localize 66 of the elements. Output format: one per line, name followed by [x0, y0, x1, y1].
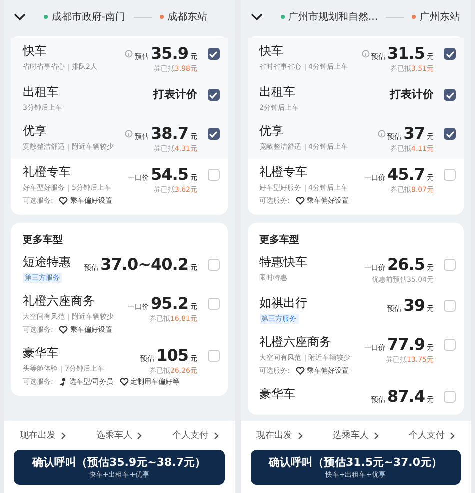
price-amount: 26.5: [388, 255, 425, 274]
price-amount: 45.7: [388, 165, 425, 184]
option-link[interactable]: 个人支付: [172, 429, 218, 442]
section-title: 更多车型: [258, 233, 300, 248]
price-amount: 38.7: [151, 124, 188, 143]
option-link[interactable]: 现在出发: [256, 429, 302, 442]
option-link[interactable]: 现在出发: [20, 429, 66, 442]
car-type-name: 豪华车: [260, 387, 296, 402]
price-amount: 105: [156, 346, 188, 365]
chevron-down-icon[interactable]: [14, 13, 26, 21]
heart-icon: [296, 197, 305, 205]
checkbox[interactable]: [208, 48, 220, 60]
option-link[interactable]: 个人支付: [409, 429, 455, 442]
option-link[interactable]: 选乘车人: [332, 429, 379, 442]
chevron-right-icon: [450, 432, 455, 440]
price-amount: 37.0~40.2: [100, 255, 188, 274]
price-amount: 77.9: [388, 335, 425, 354]
section-title: 更多车型: [22, 233, 64, 248]
checkbox[interactable]: [444, 89, 456, 101]
car-type-name: 礼橙专车: [23, 165, 72, 180]
heart-icon: [59, 326, 68, 334]
price-text: 打表计价: [154, 87, 198, 103]
car-type-name: 礼橙六座商务: [23, 294, 96, 309]
checkbox[interactable]: [444, 48, 456, 60]
chevron-right-icon: [61, 432, 66, 440]
heart-icon: [120, 378, 129, 386]
end-dot-icon: [412, 15, 416, 19]
car-type-name: 快车: [260, 44, 284, 59]
car-type-name: 优享: [260, 124, 284, 139]
chevron-down-icon[interactable]: [250, 13, 262, 21]
chevron-right-icon: [214, 432, 218, 440]
price-text: 打表计价: [390, 87, 434, 103]
car-type-name: 短途特惠: [23, 255, 72, 270]
end-location[interactable]: 广州东站: [420, 10, 460, 24]
heart-icon: [296, 367, 305, 375]
price-amount: 54.5: [151, 165, 188, 184]
start-location[interactable]: 成都市政府-南门: [52, 10, 126, 24]
car-type-name: 优享: [23, 124, 48, 139]
car-type-name: 出租车: [23, 85, 60, 100]
car-type-name: 特惠快车: [260, 255, 308, 270]
price-amount: 37: [404, 124, 425, 143]
car-type-name: 豪华车: [23, 346, 60, 361]
checkbox[interactable]: [208, 89, 220, 101]
end-dot-icon: [160, 15, 164, 19]
checkbox[interactable]: [444, 128, 456, 140]
price-amount: 31.5: [388, 44, 425, 63]
car-type-name: 快车: [23, 44, 48, 59]
chevron-right-icon: [298, 432, 302, 440]
price-amount: 35.9: [151, 44, 188, 63]
checkbox[interactable]: [208, 128, 220, 140]
price-amount: 39: [404, 296, 425, 315]
car-type-name: 出租车: [260, 85, 296, 100]
chevron-right-icon: [137, 432, 142, 440]
price-amount: 87.4: [388, 387, 425, 406]
heart-icon: [59, 197, 68, 205]
end-location[interactable]: 成都东站: [168, 10, 208, 24]
option-link[interactable]: 选乘车人: [96, 429, 142, 442]
chevron-right-icon: [374, 432, 379, 440]
start-location[interactable]: 广州市规划和自然...: [288, 10, 378, 24]
car-type-name: 礼橙六座商务: [260, 335, 332, 350]
start-dot-icon: [44, 15, 48, 19]
person-icon: [59, 378, 68, 386]
car-type-name: 礼橙专车: [260, 165, 308, 180]
start-dot-icon: [280, 15, 284, 19]
car-type-name: 如祺出行: [260, 296, 308, 311]
price-amount: 95.2: [151, 294, 188, 313]
